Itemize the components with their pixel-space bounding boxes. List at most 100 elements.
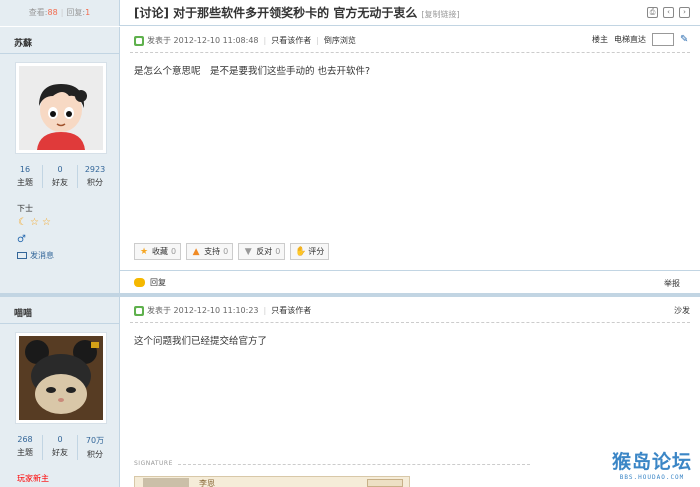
views-count: 88 <box>47 8 58 17</box>
stat-value: 0 <box>57 435 63 444</box>
post-2-author-panel: 喵喵 268 主题 0 好友 70万 积分 玩家新主 <box>0 297 120 487</box>
thumb-down-icon: ▼ <box>244 246 252 257</box>
watermark-url: BBS.HOUDAO.COM <box>619 474 685 481</box>
action-count: 0 <box>223 247 229 256</box>
post-1-body: 发表于 2012-12-10 11:08:48 | 只看该作者 | 倒序浏览 楼… <box>120 27 700 293</box>
stat-value: 70万 <box>85 436 105 445</box>
send-message-label: 发消息 <box>30 251 54 260</box>
action-label: 反对 <box>256 247 273 256</box>
replies-label: 回复: <box>66 8 86 17</box>
stat-value: 0 <box>57 165 63 174</box>
replies-count: 1 <box>85 8 91 17</box>
oppose-button[interactable]: ▼ 反对 0 <box>238 243 286 260</box>
go-icon[interactable]: ✎ <box>680 34 690 45</box>
online-icon <box>134 305 144 316</box>
avatar[interactable] <box>15 332 107 424</box>
stat-topics[interactable]: 268 主题 <box>8 435 42 460</box>
signature-image <box>143 478 189 487</box>
stat-points[interactable]: 2923 积分 <box>77 165 112 188</box>
action-count: 0 <box>275 247 281 256</box>
watermark-brand: 猴岛论坛 <box>611 451 692 473</box>
online-icon <box>134 35 144 46</box>
thread-title: [讨论] 对于那些软件多开领奖秒卡的 官方无动于衷么 [复制链接] <box>134 0 460 28</box>
user-rank: 下士 <box>17 204 33 213</box>
stat-label: 主题 <box>17 448 33 457</box>
gender-male-icon: ♂ <box>17 234 26 245</box>
thread-tools: ⎙ ‹ › <box>647 7 690 18</box>
signature-card: 李恩 <box>134 476 410 487</box>
author-name[interactable]: 苏蘇 <box>14 36 32 49</box>
site-watermark: 猴岛论坛 BBS.HOUDAO.COM <box>612 447 692 481</box>
author-only-link[interactable]: 只看该作者 <box>271 305 311 316</box>
post-meta: 发表于 2012-12-10 11:08:48 | 只看该作者 | 倒序浏览 <box>134 35 356 46</box>
star-icon: ☆ <box>42 217 51 228</box>
thread-header: 查看:88 | 回复:1 [讨论] 对于那些软件多开领奖秒卡的 官方无动于衷么 [复制… <box>0 0 700 26</box>
floor-tools: 楼主 电梯直达 ✎ <box>592 33 690 46</box>
author-name[interactable]: 喵喵 <box>14 306 32 319</box>
stat-friends[interactable]: 0 好友 <box>42 165 77 188</box>
stat-points[interactable]: 70万 积分 <box>77 435 112 460</box>
support-button[interactable]: ▲ 支持 0 <box>186 243 234 260</box>
next-thread-icon[interactable]: › <box>679 7 690 18</box>
print-icon[interactable]: ⎙ <box>647 7 658 18</box>
forum-thread-page: 查看:88 | 回复:1 [讨论] 对于那些软件多开领奖秒卡的 官方无动于衷么 [复制… <box>0 0 700 487</box>
author-stats: 16 主题 0 好友 2923 积分 <box>8 165 112 188</box>
posted-prefix: 发表于 <box>147 306 171 315</box>
thread-title-text: [讨论] 对于那些软件多开领奖秒卡的 官方无动于衷么 <box>134 6 418 20</box>
stat-topics[interactable]: 16 主题 <box>8 165 42 188</box>
stat-label: 积分 <box>87 450 103 459</box>
posted-prefix: 发表于 <box>147 36 171 45</box>
action-label: 收藏 <box>152 247 168 256</box>
avatar-image <box>19 336 103 420</box>
floor-label: 楼主 <box>592 35 608 44</box>
stat-friends[interactable]: 0 好友 <box>42 435 77 460</box>
copy-link[interactable]: [复制链接] <box>421 10 459 19</box>
rate-button[interactable]: ✋ 评分 <box>290 243 330 260</box>
send-message-link[interactable]: 发消息 <box>17 250 54 261</box>
stat-label: 好友 <box>52 448 68 457</box>
post-content: 是怎么个意思呢 是不是要我们这些手动的 也去开软件? <box>134 66 371 77</box>
signature-label: SIGNATURE <box>134 460 173 467</box>
reply-button[interactable]: 回复 <box>134 277 166 288</box>
action-label: 支持 <box>204 247 221 256</box>
post-2: 喵喵 268 主题 0 好友 70万 积分 玩家新主 发表于 2012-12-1… <box>0 297 700 487</box>
post-footer: 回复 举报 <box>120 270 700 293</box>
moon-icon: ☾ <box>18 217 27 228</box>
star-icon: ★ <box>139 246 149 257</box>
action-count: 0 <box>171 247 177 256</box>
post-datetime: 2012-12-10 11:08:48 <box>173 36 259 45</box>
post-meta: 发表于 2012-12-10 11:10:23 | 只看该作者 <box>134 305 311 316</box>
reply-icon <box>134 278 145 287</box>
thread-stats: 查看:88 | 回复:1 <box>0 0 120 26</box>
post-content: 这个问题我们已经提交给官方了 <box>134 336 268 347</box>
reply-label: 回复 <box>150 278 166 287</box>
signature-name: 李恩 <box>199 479 215 487</box>
stat-value: 16 <box>19 165 31 174</box>
author-only-link[interactable]: 只看该作者 <box>271 35 311 46</box>
avatar-image <box>19 66 103 150</box>
rank-stars: ☾ ☆ ☆ <box>17 217 52 228</box>
post-actions: ★ 收藏 0 ▲ 支持 0 ▼ 反对 0 ✋ 评分 <box>134 243 330 260</box>
star-icon: ☆ <box>30 217 39 228</box>
author-stats: 268 主题 0 好友 70万 积分 <box>8 435 112 460</box>
rate-icon: ✋ <box>295 246 307 257</box>
stat-label: 积分 <box>87 178 103 187</box>
jump-floor-input[interactable] <box>652 33 674 46</box>
post-1-author-panel: 苏蘇 16 主题 0 好友 2923 积分 下士 ☾ ☆ ☆ ♂ 发消息 <box>0 27 120 293</box>
signature-button[interactable] <box>367 479 403 487</box>
stat-label: 主题 <box>17 178 33 187</box>
prev-thread-icon[interactable]: ‹ <box>663 7 674 18</box>
stat-value: 268 <box>17 435 33 444</box>
user-rank: 玩家新主 <box>17 474 49 483</box>
mail-icon <box>17 252 27 259</box>
views-label: 查看: <box>28 8 48 17</box>
post-1: 苏蘇 16 主题 0 好友 2923 积分 下士 ☾ ☆ ☆ ♂ 发消息 发表于… <box>0 27 700 293</box>
avatar[interactable] <box>15 62 107 154</box>
report-link[interactable]: 举报 <box>664 278 680 289</box>
stat-value: 2923 <box>84 165 106 174</box>
thumb-up-icon: ▲ <box>192 246 200 257</box>
reverse-order-link[interactable]: 倒序浏览 <box>324 35 356 46</box>
action-label: 评分 <box>308 247 325 256</box>
floor-label[interactable]: 沙发 <box>674 305 690 316</box>
favorite-button[interactable]: ★ 收藏 0 <box>134 243 182 260</box>
